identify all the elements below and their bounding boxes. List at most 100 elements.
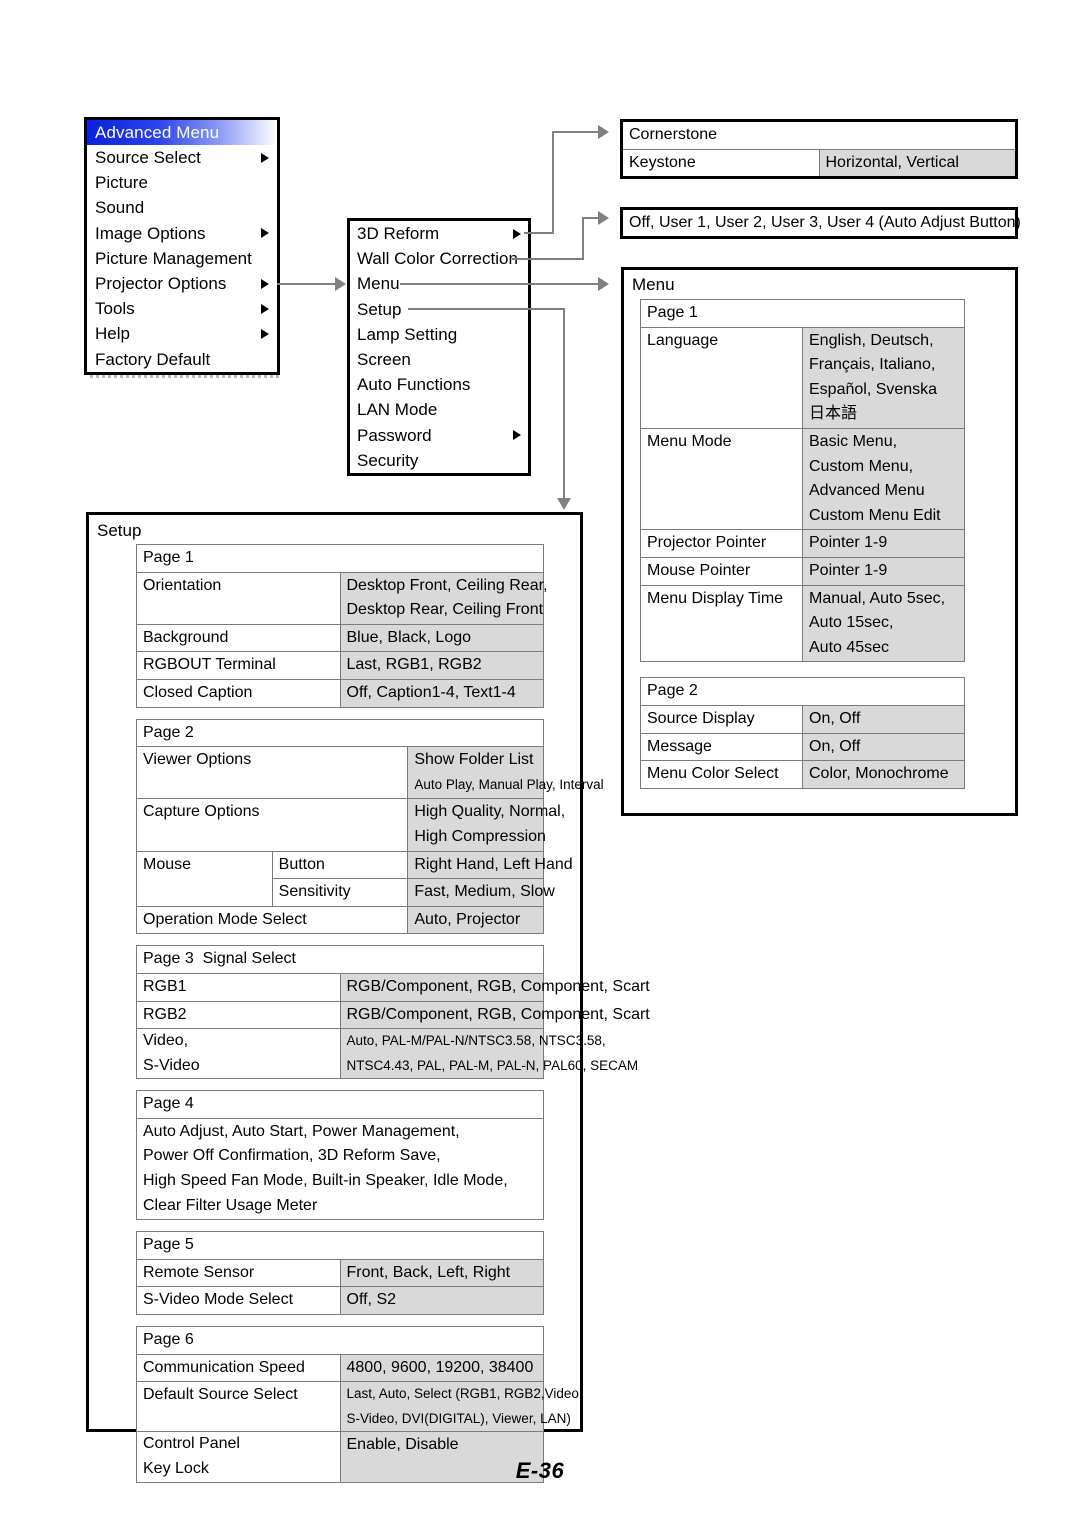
submenu-item-label: Wall Color Correction (357, 249, 518, 269)
table-row: RGB1 RGB/Component, RGB, Component, Scar… (136, 972, 650, 1002)
mouse-button-value: Right Hand, Left Hand (407, 850, 573, 880)
row-label: Mouse Pointer (640, 556, 803, 586)
table-row: Menu Color Select Color, Monochrome (640, 760, 965, 789)
table-row: Projector Pointer Pointer 1-9 (640, 529, 965, 558)
setup-page4-line2: Power Off Confirmation, 3D Reform Save, (143, 1147, 441, 1165)
table-row: Page 4 (136, 1090, 544, 1119)
chevron-right-icon (513, 228, 521, 239)
menu-item-help[interactable]: Help (87, 321, 277, 346)
setup-page2-table: Page 2 Viewer Options Show Folder List A… (135, 718, 604, 935)
menu-item-label: Picture Management (95, 248, 252, 268)
setup-page6-header: Page 6 (136, 1326, 544, 1355)
submenu-item-label: Screen (357, 350, 411, 370)
setup-page1-table: Page 1 Orientation Desktop Front, Ceilin… (136, 544, 547, 708)
row-label: Orientation (136, 571, 341, 625)
row-label: Menu Color Select (640, 760, 803, 789)
submenu-item-3d-reform[interactable]: 3D Reform (350, 221, 528, 246)
row-label: RGBOUT Terminal (136, 651, 341, 680)
viewer-options-value: Show Folder List Auto Play, Manual Play,… (407, 746, 604, 800)
chevron-right-icon (261, 152, 269, 163)
row-value: Color, Monochrome (802, 760, 965, 789)
submenu-item-auto-functions[interactable]: Auto Functions (350, 372, 528, 397)
menu-item-sound[interactable]: Sound (87, 195, 277, 220)
capture-options-value: High Quality, Normal, High Compression (407, 798, 565, 852)
row-value: Manual, Auto 5sec, Auto 15sec, Auto 45se… (802, 584, 965, 663)
table-row: Source Display On, Off (640, 704, 965, 734)
menu-item-label: Sound (95, 198, 145, 218)
submenu-item-label: Menu (357, 274, 400, 294)
submenu-item-password[interactable]: Password (350, 423, 528, 448)
row-value: RGB/Component, RGB, Component, Scart (339, 1000, 650, 1030)
setup-page5-header: Page 5 (136, 1231, 544, 1260)
row-value: Pointer 1-9 (802, 556, 965, 586)
row-label: Remote Sensor (136, 1258, 341, 1288)
table-row: Page 3 Signal Select (136, 945, 544, 974)
setup-page1-header: Page 1 (136, 544, 544, 573)
chevron-right-icon (513, 430, 521, 441)
cornerstone-table: Cornerstone Keystone Horizontal, Vertica… (620, 119, 1018, 180)
menu-item-label: Projector Options (95, 274, 227, 294)
wall-color-correction-value: Off, User 1, User 2, User 3, User 4 (Aut… (629, 214, 1021, 231)
menu-item-source-select[interactable]: Source Select (87, 145, 277, 170)
row-value: Desktop Front, Ceiling Rear, Desktop Rea… (339, 571, 547, 625)
connector-wall-color-h1 (512, 258, 584, 260)
viewer-options-value-line1: Show Folder List (414, 751, 534, 769)
video-label: Video, (143, 1032, 189, 1050)
submenu-item-security[interactable]: Security (350, 448, 528, 473)
row-value: Pointer 1-9 (802, 529, 965, 558)
connector-setup-h (408, 308, 565, 310)
table-row: Viewer Options Show Folder List Auto Pla… (135, 746, 604, 800)
row-label: Language (640, 326, 803, 429)
submenu-item-wall-color-correction[interactable]: Wall Color Correction (350, 246, 528, 271)
menu-item-label: Tools (95, 299, 135, 319)
connector-arrow-wall-color (598, 211, 609, 225)
operation-mode-label: Operation Mode Select (135, 905, 409, 935)
menu-item-label: Source Select (95, 148, 201, 167)
setup-page3-header-sub: Signal Select (202, 950, 296, 968)
menu-item-picture-management[interactable]: Picture Management (87, 246, 277, 271)
row-value: Front, Back, Left, Right (339, 1258, 544, 1288)
row-value: English, Deutsch, Français, Italiano, Es… (802, 326, 965, 429)
table-row: Communication Speed 4800, 9600, 19200, 3… (136, 1353, 544, 1383)
page-number: E-36 (515, 1458, 565, 1483)
submenu-item-screen[interactable]: Screen (350, 347, 528, 372)
submenu-item-label: Password (357, 425, 432, 445)
table-row: Cornerstone (621, 120, 1017, 150)
menu-page1-header: Page 1 (640, 299, 965, 328)
submenu-item-lan-mode[interactable]: LAN Mode (350, 397, 528, 422)
advanced-menu-panel: Advanced Menu Source Select Picture Soun… (84, 117, 280, 375)
default-source-select-line2: S-Video, DVI(DIGITAL), Viewer, LAN) (346, 1410, 571, 1426)
menu-item-label: Help (95, 324, 130, 344)
table-row: RGB2 RGB/Component, RGB, Component, Scar… (136, 1000, 650, 1030)
table-row: Orientation Desktop Front, Ceiling Rear,… (136, 571, 547, 625)
table-row: Auto Adjust, Auto Start, Power Managemen… (136, 1117, 544, 1221)
connector-wall-color-v (582, 217, 584, 260)
submenu-item-lamp-setting[interactable]: Lamp Setting (350, 322, 528, 347)
menu-item-image-options[interactable]: Image Options (87, 221, 277, 246)
table-row: Remote Sensor Front, Back, Left, Right (136, 1258, 544, 1288)
viewer-options-value-line2: Auto Play, Manual Play, Interval (414, 776, 604, 792)
menu-page1-table: Page 1 Language English, Deutsch, França… (640, 299, 965, 663)
table-row: S-Video Mode Select Off, S2 (136, 1286, 544, 1316)
menu-item-tools[interactable]: Tools (87, 296, 277, 321)
submenu-item-label: Setup (357, 299, 402, 319)
mouse-button-label: Button (271, 850, 409, 880)
video-svideo-value: Auto, PAL-M/PAL-N/NTSC3.58, NTSC3.58, NT… (339, 1028, 638, 1080)
chevron-right-icon (261, 329, 269, 340)
chevron-right-icon (261, 278, 269, 289)
menu-item-factory-default[interactable]: Factory Default (87, 347, 277, 372)
row-label: Closed Caption (136, 678, 341, 708)
keystone-value: Horizontal, Vertical (818, 148, 1017, 179)
menu-item-projector-options[interactable]: Projector Options (87, 271, 277, 296)
table-row: Menu Mode Basic Menu, Custom Menu, Advan… (640, 427, 965, 531)
menu-item-picture[interactable]: Picture (87, 170, 277, 195)
row-value: Off, Caption1-4, Text1-4 (339, 678, 544, 708)
default-source-select-value: Last, Auto, Select (RGB1, RGB2,Video, S-… (339, 1381, 583, 1433)
setup-page5-table: Page 5 Remote Sensor Front, Back, Left, … (136, 1231, 544, 1316)
row-label: Menu Display Time (640, 584, 803, 663)
projector-options-panel: 3D Reform Wall Color Correction Menu Set… (347, 218, 531, 477)
setup-page4-header: Page 4 (136, 1090, 544, 1119)
table-row: Closed Caption Off, Caption1-4, Text1-4 (136, 678, 544, 708)
table-row: Menu Display Time Manual, Auto 5sec, Aut… (640, 584, 965, 663)
table-row: Mouse Button Right Hand, Left Hand (136, 850, 573, 907)
